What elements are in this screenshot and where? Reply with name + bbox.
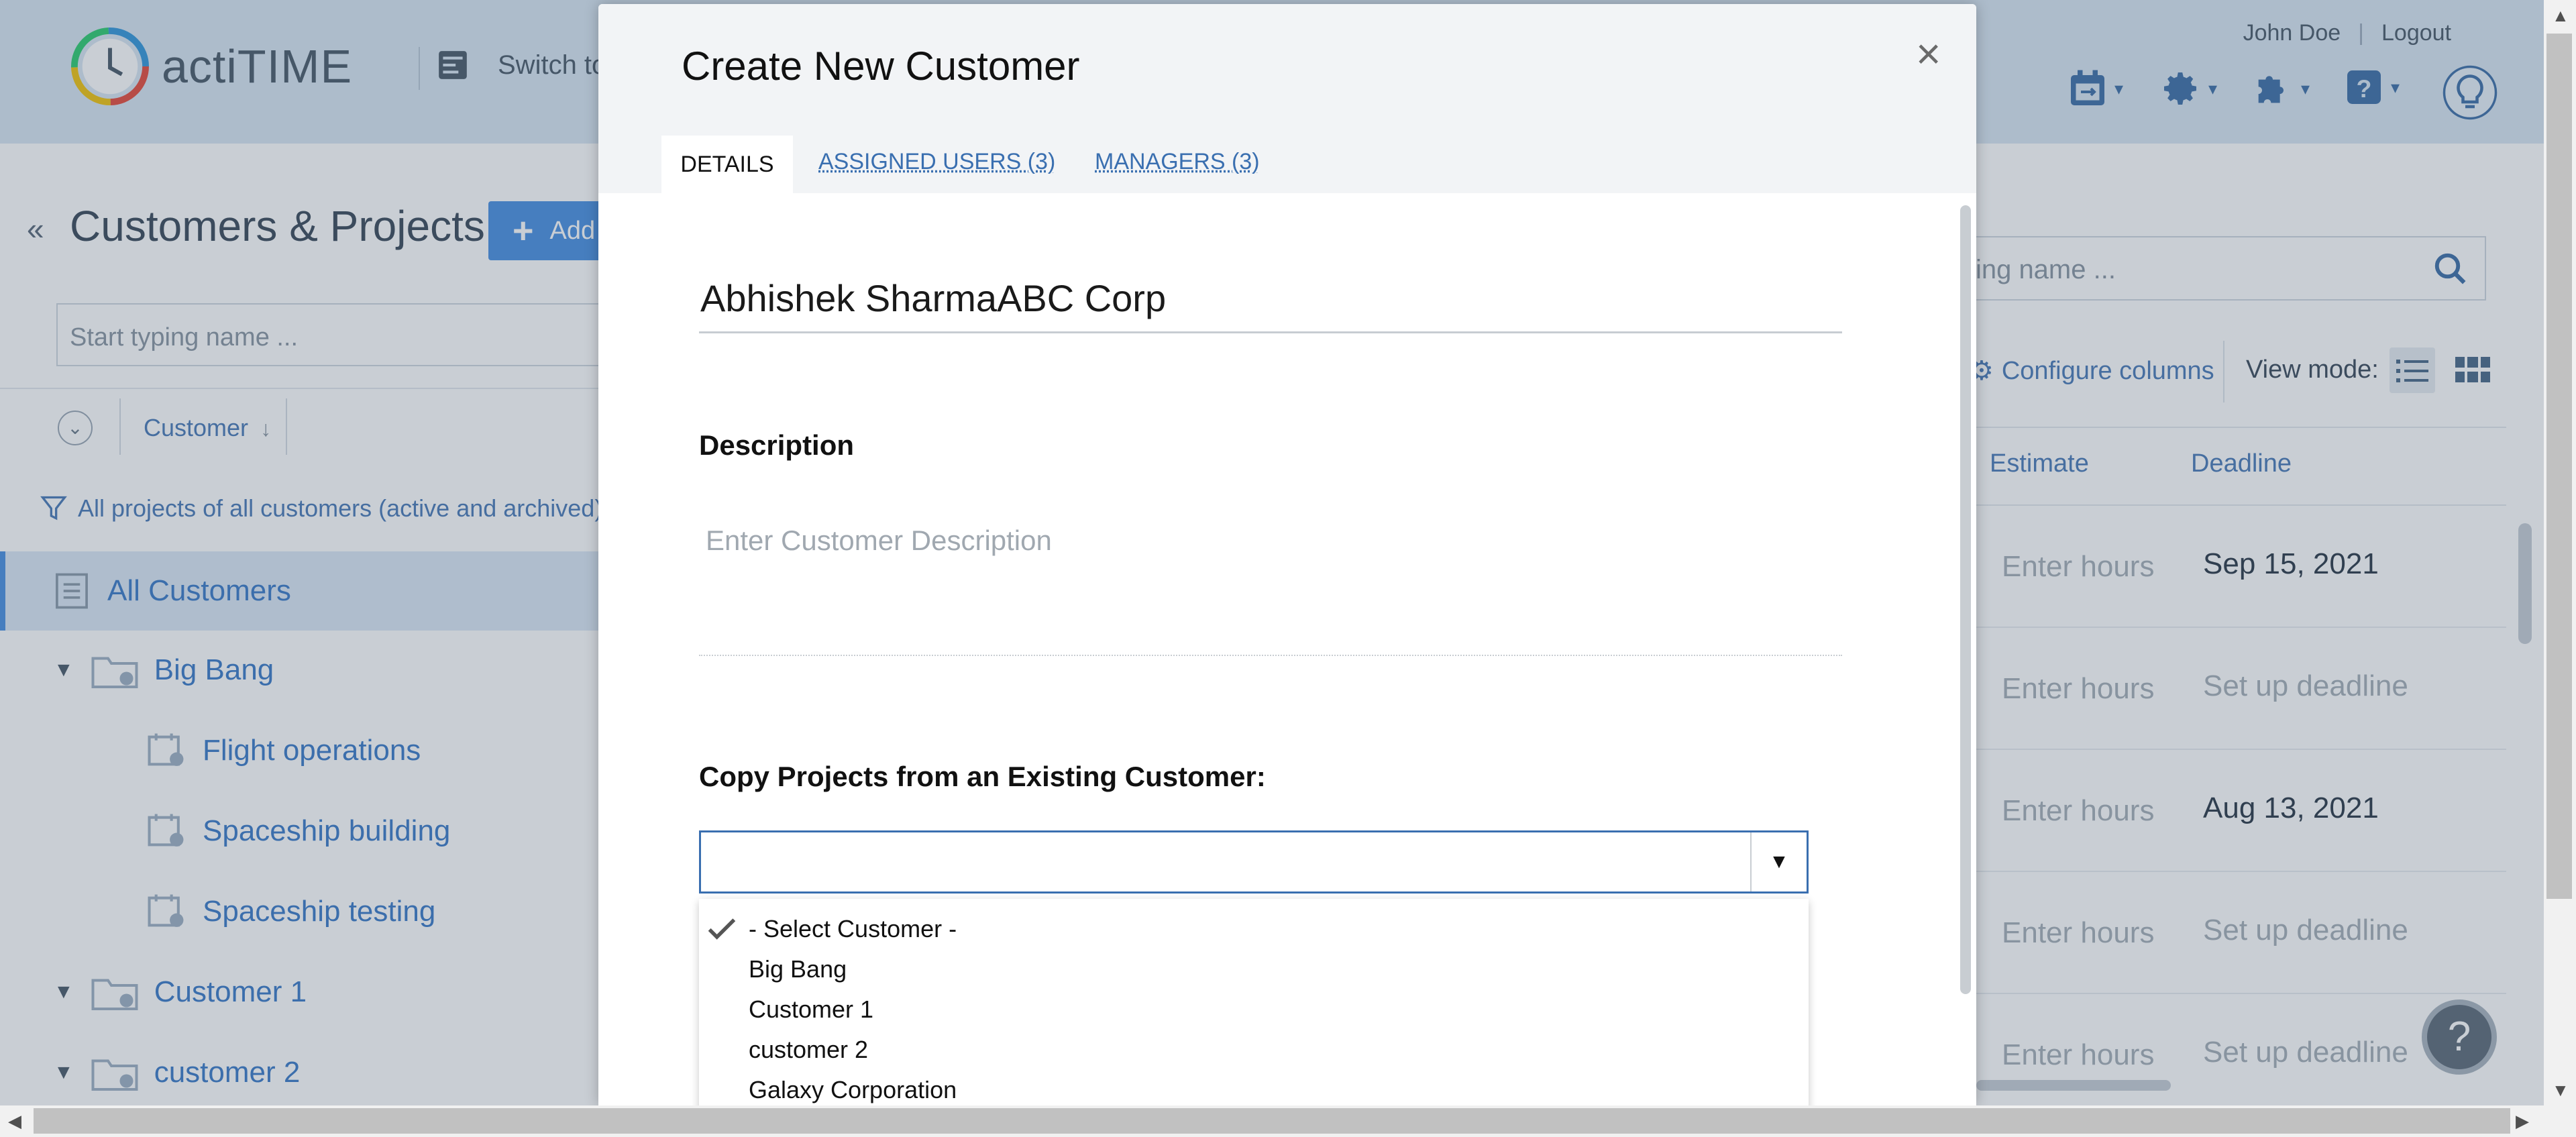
scroll-up-icon[interactable]: ▲ — [2552, 5, 2569, 26]
tab-assigned-users[interactable]: ASSIGNED USERS (3) — [818, 149, 1055, 175]
scroll-left-icon[interactable]: ◀ — [8, 1111, 21, 1132]
scroll-down-icon[interactable]: ▼ — [2552, 1080, 2569, 1101]
dialog-title: Create New Customer — [682, 44, 1080, 89]
customer-name-input[interactable]: Abhishek SharmaABC Corp — [700, 276, 1841, 320]
dropdown-option[interactable]: - Select Customer - — [749, 915, 957, 943]
dropdown-option[interactable]: Galaxy Corporation — [749, 1076, 957, 1104]
description-label: Description — [699, 429, 855, 461]
copy-customer-select[interactable]: ▼ — [699, 830, 1809, 894]
create-customer-dialog: Create New Customer × DETAILS ASSIGNED U… — [598, 4, 1976, 1105]
vertical-scroll-thumb[interactable] — [2546, 34, 2572, 899]
divider — [699, 655, 1842, 656]
horizontal-scroll-thumb[interactable] — [34, 1108, 2510, 1134]
dropdown-option[interactable]: Big Bang — [749, 955, 847, 983]
customer-dropdown-list: - Select Customer - Big Bang Customer 1 … — [699, 899, 1809, 1105]
dropdown-option[interactable]: Customer 1 — [749, 995, 873, 1024]
dropdown-option[interactable]: customer 2 — [749, 1036, 868, 1064]
tab-details[interactable]: DETAILS — [661, 136, 793, 193]
dialog-scrollbar[interactable] — [1960, 205, 1971, 994]
copy-projects-label: Copy Projects from an Existing Customer: — [699, 761, 1266, 792]
scroll-right-icon[interactable]: ▶ — [2516, 1111, 2529, 1132]
caret-down-icon: ▼ — [1769, 851, 1789, 873]
description-input[interactable]: Enter Customer Description — [706, 525, 1052, 557]
tab-managers[interactable]: MANAGERS (3) — [1095, 149, 1260, 175]
dropdown-toggle[interactable]: ▼ — [1750, 832, 1807, 891]
checkmark-icon — [708, 918, 736, 940]
dialog-header — [598, 4, 1976, 193]
close-icon[interactable]: × — [1916, 32, 1941, 75]
divider — [699, 331, 1842, 333]
